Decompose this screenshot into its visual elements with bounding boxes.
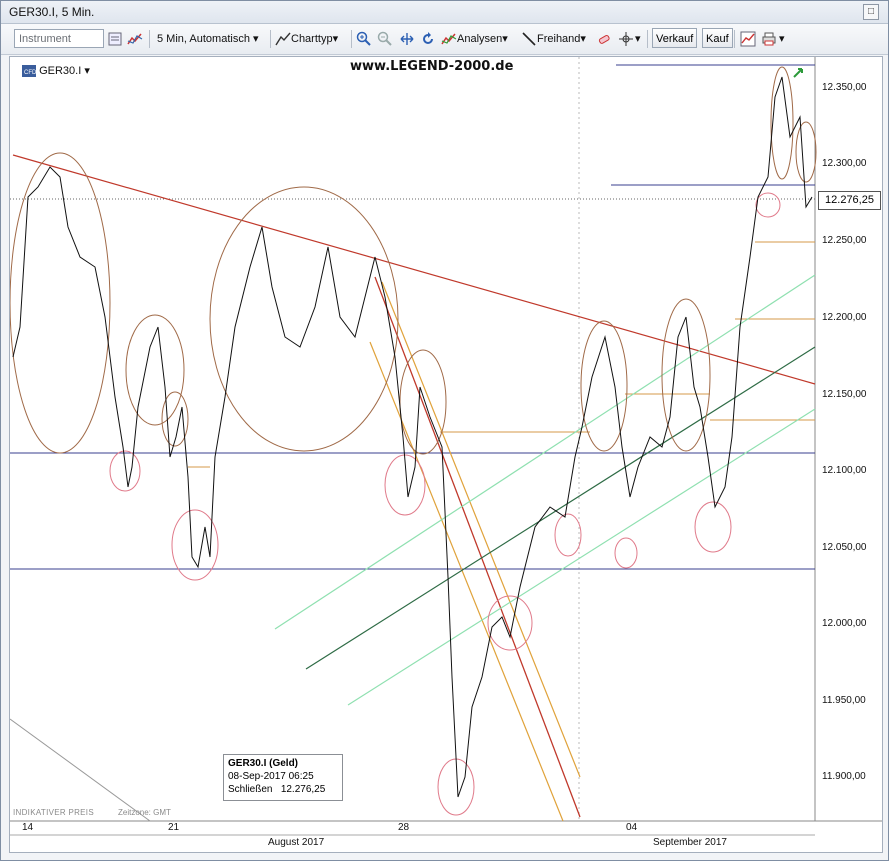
month-label: August 2017 bbox=[268, 837, 325, 848]
info-date: 08-Sep-2017 06:25 bbox=[228, 771, 314, 782]
chart-toolbar: Instrument 5 Min, Automatisch ▾ Charttyp… bbox=[1, 24, 888, 55]
toolbar-separator bbox=[734, 30, 735, 48]
y-tick-label: 12.150,00 bbox=[822, 389, 867, 400]
y-tick-label: 12.000,00 bbox=[822, 618, 867, 629]
charttype-dropdown[interactable]: Charttyp▾ bbox=[275, 29, 338, 49]
toolbar-separator bbox=[270, 30, 271, 48]
info-close-value: 12.276,25 bbox=[280, 784, 326, 795]
y-tick-label: 11.900,00 bbox=[822, 771, 866, 782]
current-price-badge: 12.276,25 bbox=[818, 191, 881, 210]
pen-line-icon bbox=[522, 32, 536, 46]
toolbar-separator bbox=[149, 30, 150, 48]
chevron-down-icon: ▾ bbox=[253, 33, 259, 45]
refresh-icon[interactable] bbox=[420, 29, 436, 49]
y-tick-label: 12.050,00 bbox=[822, 542, 867, 553]
y-tick-label: 12.100,00 bbox=[822, 465, 867, 476]
chevron-down-icon: ▾ bbox=[84, 65, 90, 77]
price-chart bbox=[10, 57, 882, 836]
charttype-label: Charttyp bbox=[291, 33, 333, 45]
indicator-icon[interactable] bbox=[127, 29, 143, 49]
info-close-label: Schließen bbox=[228, 784, 273, 795]
watermark: www.LEGEND-2000.de bbox=[350, 59, 514, 74]
line-chart-icon bbox=[275, 32, 291, 46]
chevron-down-icon[interactable]: ▾ bbox=[635, 29, 641, 49]
x-tick-label: 21 bbox=[168, 822, 180, 833]
eraser-icon[interactable] bbox=[596, 29, 612, 49]
y-tick-label: 12.300,00 bbox=[822, 158, 867, 169]
zoom-in-icon[interactable] bbox=[356, 29, 372, 49]
timeframe-dropdown[interactable]: 5 Min, Automatisch ▾ bbox=[157, 29, 259, 49]
trend-up-icon bbox=[793, 68, 803, 78]
cfd-icon: CFD bbox=[22, 65, 37, 78]
chart-settings-icon[interactable] bbox=[740, 29, 756, 49]
crosshair-icon[interactable] bbox=[618, 29, 634, 49]
print-icon[interactable] bbox=[761, 29, 777, 49]
svg-text:CFD: CFD bbox=[24, 70, 36, 76]
chart-area[interactable]: CFD GER30.I ▾ www.LEGEND-2000.de 12.350,… bbox=[9, 56, 883, 853]
analysis-icon bbox=[441, 33, 457, 45]
indicative-price-label: INDIKATIVER PREIS bbox=[13, 808, 94, 817]
symbol-label: GER30.I bbox=[39, 65, 82, 77]
zoom-out-icon[interactable] bbox=[377, 29, 393, 49]
freihand-dropdown[interactable]: Freihand▾ bbox=[521, 29, 586, 49]
toolbar-separator bbox=[351, 30, 352, 48]
toolbar-separator bbox=[647, 30, 648, 48]
symbol-selector[interactable]: CFD GER30.I ▾ bbox=[22, 64, 90, 78]
chart-window: GER30.I, 5 Min. □ Instrument 5 Min, Auto… bbox=[0, 0, 889, 861]
x-tick-label: 14 bbox=[22, 822, 34, 833]
timezone-label: Zeitzone: GMT bbox=[118, 808, 171, 817]
y-tick-label: 11.950,00 bbox=[822, 695, 866, 706]
analysen-dropdown[interactable]: Analysen▾ bbox=[441, 29, 508, 49]
title-bar: GER30.I, 5 Min. □ bbox=[1, 1, 888, 24]
freihand-label: Freihand bbox=[537, 33, 581, 45]
timeframe-label: 5 Min, Automatisch bbox=[157, 33, 250, 45]
chevron-down-icon: ▾ bbox=[502, 33, 508, 45]
x-tick-label: 28 bbox=[398, 822, 410, 833]
instrument-input[interactable]: Instrument bbox=[14, 29, 104, 48]
y-tick-label: 12.350,00 bbox=[822, 82, 867, 93]
x-tick-label: 04 bbox=[626, 822, 638, 833]
chevron-down-icon: ▾ bbox=[332, 33, 339, 45]
y-tick-label: 12.200,00 bbox=[822, 312, 867, 323]
chevron-down-icon: ▾ bbox=[580, 33, 586, 45]
kauf-button[interactable]: Kauf bbox=[702, 28, 733, 48]
info-title: GER30.I (Geld) bbox=[228, 758, 299, 769]
autoscale-icon[interactable] bbox=[399, 29, 415, 49]
window-title: GER30.I, 5 Min. bbox=[9, 5, 95, 19]
verkauf-button[interactable]: Verkauf bbox=[652, 28, 698, 48]
month-label: September 2017 bbox=[653, 837, 727, 848]
info-box: GER30.I (Geld) 08-Sep-2017 06:25 Schließ… bbox=[223, 754, 343, 801]
analysen-label: Analysen bbox=[457, 33, 503, 45]
chevron-down-icon[interactable]: ▾ bbox=[779, 29, 785, 49]
instrument-list-icon[interactable] bbox=[107, 29, 123, 49]
maximize-button[interactable]: □ bbox=[863, 4, 879, 20]
y-tick-label: 12.250,00 bbox=[822, 235, 867, 246]
